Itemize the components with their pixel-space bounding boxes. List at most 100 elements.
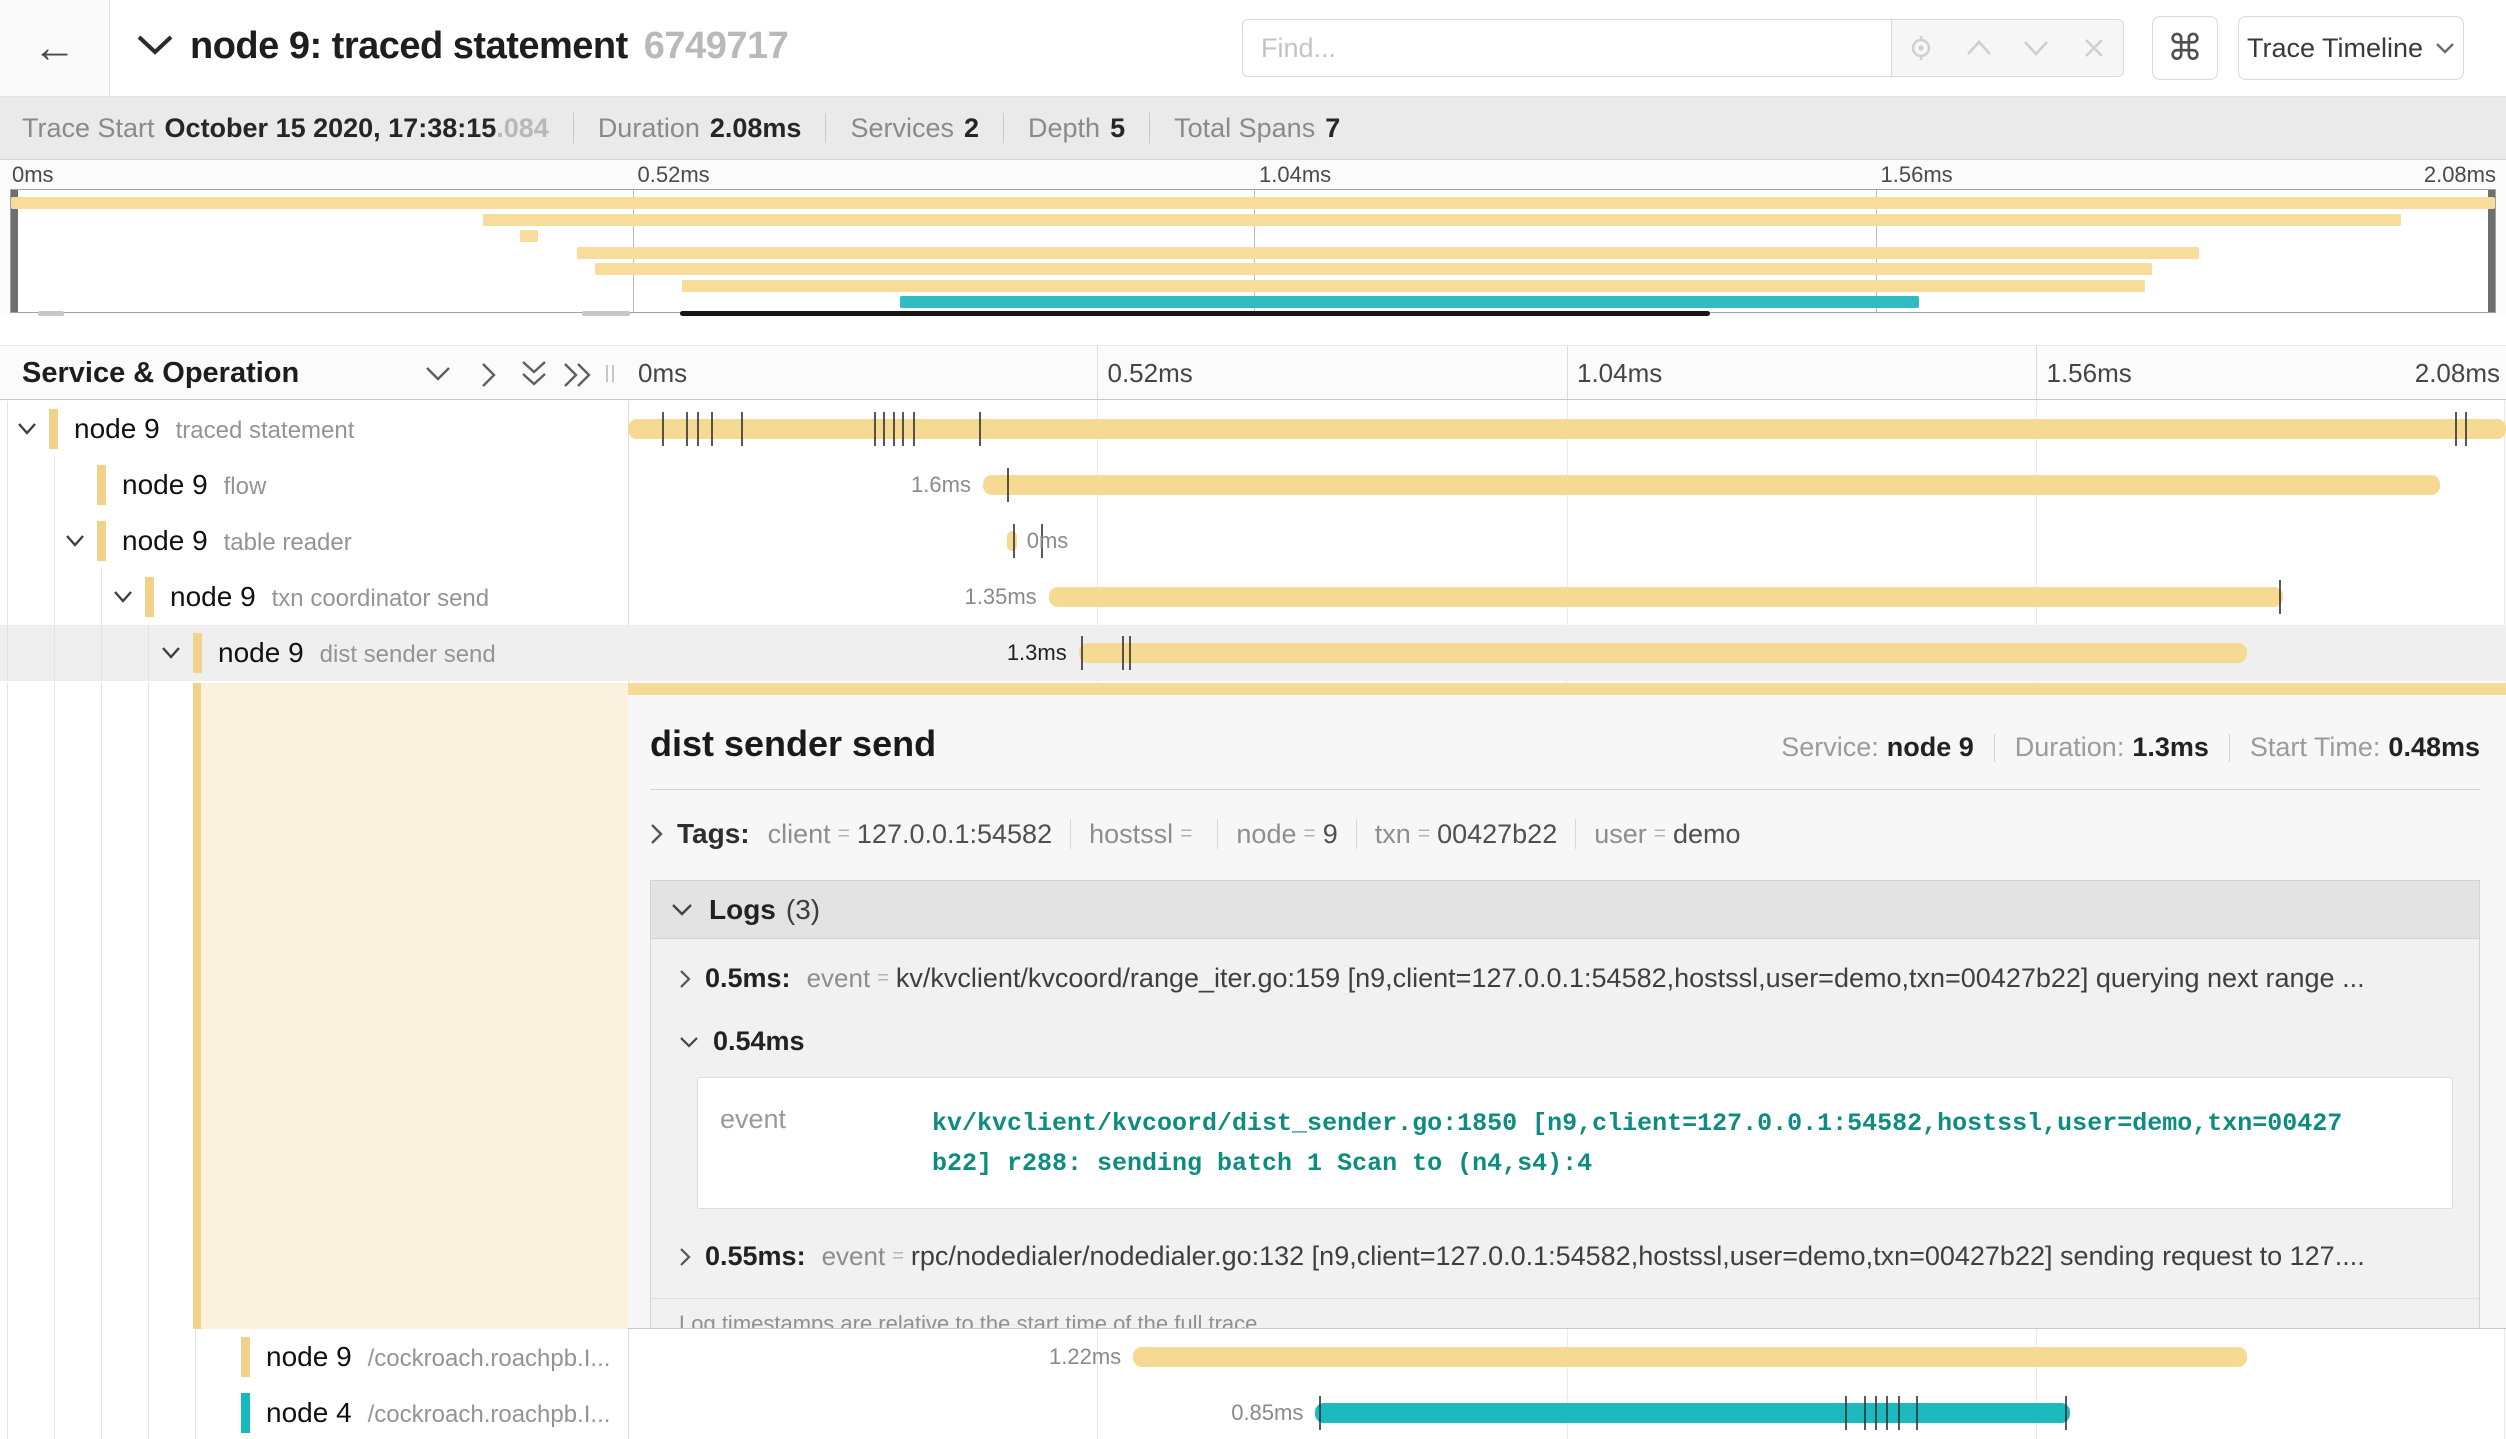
minimap-canvas[interactable]	[10, 189, 2496, 313]
span-bar[interactable]	[1315, 1403, 2070, 1423]
log-marker-tick	[2465, 412, 2467, 446]
minimap-span-bar	[483, 214, 2401, 226]
service-operation-header: Service & Operation	[22, 357, 299, 390]
tags-label: Tags:	[677, 818, 750, 850]
expand-one-chevron-right-icon[interactable]	[481, 362, 497, 393]
span-bar[interactable]	[1133, 1347, 2247, 1367]
span-row[interactable]: node 9/cockroach.roachpb.I...1.22ms	[0, 1329, 2506, 1385]
chevron-down-icon[interactable]	[113, 590, 133, 608]
minimap-tick-label: 1.56ms	[1881, 162, 1953, 188]
span-bar-cell[interactable]	[628, 401, 2506, 457]
duration-label: 0.85ms	[1231, 1400, 1303, 1426]
indent-guide	[101, 569, 102, 625]
log-event-value: kv/kvclient/kvcoord/dist_sender.go:1850 …	[932, 1104, 2352, 1184]
log-row[interactable]: 0.5ms: event = kv/kvclient/kvcoord/range…	[651, 939, 2479, 1004]
log-timestamp: 0.55ms:	[705, 1241, 806, 1272]
expand-all-double-chevron-right-icon[interactable]	[563, 362, 595, 393]
span-row[interactable]: node 9txn coordinator send 1.35ms	[0, 569, 2506, 625]
span-color-chip	[241, 1337, 250, 1377]
next-result-chevron-down-icon[interactable]	[2016, 28, 2056, 68]
log-value: rpc/nodedialer/nodedialer.go:132 [n9,cli…	[911, 1241, 2365, 1272]
collapse-all-double-chevron-down-icon[interactable]	[521, 360, 547, 395]
keyboard-shortcuts-button[interactable]: ⌘	[2152, 16, 2218, 80]
span-bar-cell[interactable]: 1.35ms	[628, 569, 2506, 625]
meta-suffix: .084	[496, 113, 549, 144]
logs-title: Logs	[709, 894, 776, 926]
log-event-table: event kv/kvclient/kvcoord/dist_sender.go…	[697, 1077, 2453, 1209]
chevron-down-icon[interactable]	[17, 422, 37, 440]
trace-id: 6749717	[644, 25, 788, 67]
log-marker-tick	[686, 412, 688, 446]
command-icon: ⌘	[2167, 27, 2203, 69]
log-marker-tick	[1013, 524, 1015, 558]
span-detail-panel: dist sender send Service: node 9 Duratio…	[628, 695, 2506, 1329]
indent-guide	[195, 1385, 196, 1439]
indent-guide	[148, 683, 149, 1329]
minimap-span-bar	[577, 247, 2199, 259]
detail-title: dist sender send	[650, 723, 936, 765]
log-value: kv/kvclient/kvcoord/range_iter.go:159 [n…	[896, 963, 2365, 994]
equals-sign: =	[892, 1245, 904, 1268]
logs-header[interactable]: Logs (3)	[651, 881, 2479, 939]
span-bar[interactable]	[983, 475, 2440, 495]
span-row[interactable]: node 9dist sender send1.3ms	[0, 625, 2506, 681]
span-bar-cell[interactable]: 0ms	[628, 513, 2506, 569]
operation-name: dist sender send	[320, 641, 496, 668]
minimap-scroll-indicator[interactable]	[680, 311, 1710, 316]
column-resize-grip[interactable]	[606, 365, 614, 382]
trace-collapse-chevron-down-icon[interactable]	[136, 34, 174, 61]
log-marker-tick	[1129, 636, 1131, 670]
trace-name: node 9: traced statement	[190, 25, 628, 67]
separator	[1070, 819, 1071, 849]
span-bar[interactable]	[1079, 643, 2247, 663]
prev-result-chevron-up-icon[interactable]	[1959, 28, 1999, 68]
indent-guide	[7, 625, 8, 681]
chevron-down-icon[interactable]	[65, 534, 85, 552]
collapse-one-chevron-down-icon[interactable]	[425, 366, 451, 387]
find-controls	[1892, 19, 2124, 77]
span-row[interactable]: node 4/cockroach.roachpb.I... 0.85ms	[0, 1385, 2506, 1439]
indent-guide	[7, 401, 8, 457]
span-bar-cell[interactable]: 0.85ms	[628, 1385, 2506, 1439]
tags-row[interactable]: Tags: client=127.0.0.1:54582hostssl=node…	[650, 818, 2480, 850]
divider	[650, 789, 2480, 790]
span-bar[interactable]	[1049, 587, 2283, 607]
clear-find-close-icon[interactable]	[2074, 28, 2114, 68]
span-bar[interactable]	[628, 419, 2506, 439]
span-name: node 9txn coordinator send	[170, 581, 489, 613]
operation-name: /cockroach.roachpb.I...	[368, 1401, 611, 1428]
minimap-span-bar	[900, 296, 1918, 308]
log-marker-tick	[711, 412, 713, 446]
minimap-span-bar	[595, 263, 2152, 275]
log-field: event	[720, 1104, 932, 1184]
span-bar-cell[interactable]: 1.22ms	[628, 1329, 2506, 1385]
trace-view-selector[interactable]: Trace Timeline	[2238, 16, 2464, 80]
chevron-down-icon[interactable]	[161, 646, 181, 664]
indent-guide	[54, 457, 55, 513]
meta-value: 5	[1110, 113, 1125, 144]
find-bar	[1242, 19, 2124, 77]
span-row[interactable]: node 9table reader0ms	[0, 513, 2506, 569]
back-button[interactable]: ←	[0, 0, 110, 96]
locate-icon[interactable]	[1901, 28, 1941, 68]
log-row-expanded-header[interactable]: 0.54ms	[651, 1004, 2479, 1063]
log-row[interactable]: 0.55ms: event = rpc/nodedialer/nodediale…	[651, 1217, 2479, 1282]
start-time-value: 0.48ms	[2388, 732, 2480, 763]
timeline-tick-label: 1.56ms	[2047, 358, 2132, 389]
span-row[interactable]: node 9traced statement	[0, 401, 2506, 457]
meta-label: Trace Start	[22, 113, 155, 144]
span-row[interactable]: node 9flow1.6ms	[0, 457, 2506, 513]
span-bar-cell[interactable]: 1.3ms	[628, 625, 2506, 681]
tag-key: txn	[1375, 819, 1411, 850]
find-input[interactable]	[1242, 19, 1892, 77]
indent-guide	[7, 1385, 8, 1439]
indent-guide	[54, 569, 55, 625]
indent-guide	[148, 625, 149, 681]
span-color-chip	[145, 577, 154, 617]
span-bar-cell[interactable]: 1.6ms	[628, 457, 2506, 513]
duration-label: Duration:	[2015, 732, 2125, 763]
span-table-header: Service & Operation 0ms0.52ms1.04ms1.56m…	[0, 345, 2506, 400]
span-name: node 4/cockroach.roachpb.I...	[266, 1397, 610, 1429]
trace-timeline-page: ← node 9: traced statement 6749717	[0, 0, 2506, 1439]
minimap-scroll-bit	[38, 311, 64, 316]
